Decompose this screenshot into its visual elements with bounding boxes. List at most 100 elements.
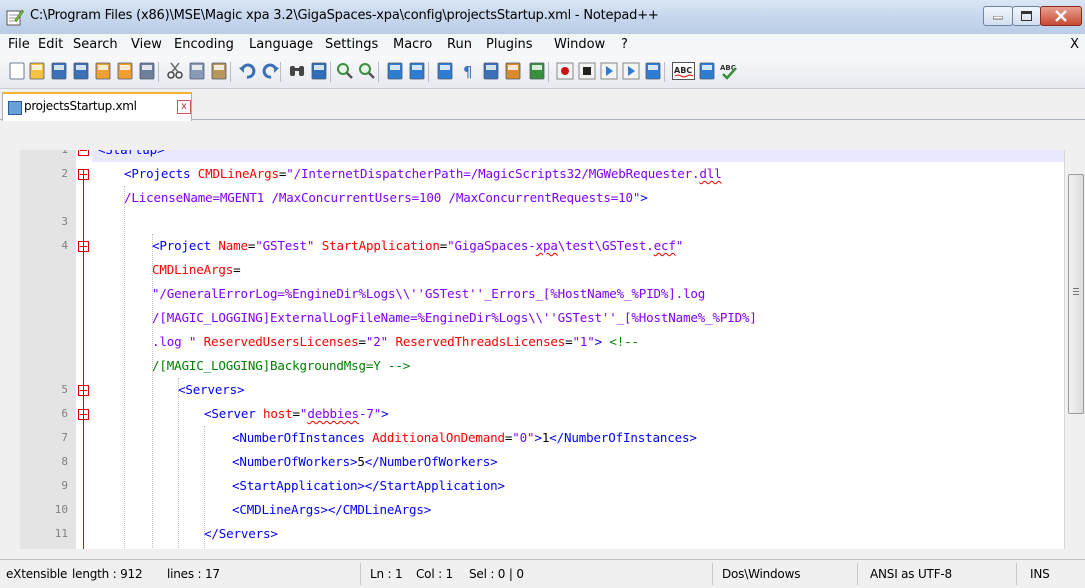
minimize-icon	[993, 16, 1003, 20]
line-number: 7	[61, 431, 68, 444]
minimize-button[interactable]	[983, 6, 1013, 26]
code-line-text: /[MAGIC_LOGGING]BackgroundMsg=Y -->	[152, 354, 410, 378]
save-macro-icon[interactable]	[644, 62, 662, 80]
spell-error-token: ecf	[653, 238, 676, 253]
status-lines: lines : 17	[167, 567, 220, 581]
tab-projectsstartup-xml[interactable]: projectsStartup.xml x	[2, 92, 192, 121]
spell-check-icon[interactable]: ABC	[672, 62, 695, 80]
close-all-icon[interactable]	[116, 62, 134, 80]
code-line[interactable]	[92, 210, 1064, 234]
title-bar: C:\Program Files (x86)\MSE\Magic xpa 3.2…	[0, 0, 1085, 35]
code-line[interactable]: <Servers>	[92, 378, 1064, 402]
close-icon	[1055, 10, 1067, 22]
syntax-token: </Servers>	[204, 526, 278, 541]
code-line[interactable]: <CMDLineArgs></CMDLineArgs>	[92, 498, 1064, 522]
syntax-token: .log "	[152, 334, 204, 349]
replace-icon[interactable]	[310, 62, 328, 80]
menu-settings[interactable]: Settings	[325, 37, 378, 52]
menu-file[interactable]: File	[8, 37, 30, 52]
syntax-token: AdditionalOnDemand	[372, 430, 505, 445]
menu-edit[interactable]: Edit	[38, 37, 63, 52]
menu-language[interactable]: Language	[249, 37, 313, 52]
code-line[interactable]: <Startup>	[92, 150, 1064, 162]
redo-icon[interactable]	[262, 62, 280, 80]
sync-horizontal-icon[interactable]	[408, 62, 426, 80]
code-line[interactable]: <NumberOfWorkers>5</NumberOfWorkers>	[92, 450, 1064, 474]
syntax-token: <Servers>	[178, 382, 245, 397]
toolbar-separator	[548, 62, 549, 82]
code-line[interactable]: /[MAGIC_LOGGING]ExternalLogFileName=%Eng…	[92, 306, 1064, 330]
syntax-token: host	[263, 406, 293, 421]
stop-macro-icon[interactable]	[578, 62, 596, 80]
maximize-button[interactable]	[1012, 6, 1041, 26]
code-line-text: /[MAGIC_LOGGING]ExternalLogFileName=%Eng…	[152, 306, 757, 330]
fold-range-line	[83, 170, 84, 549]
status-length: length : 912	[72, 567, 143, 581]
close-document-button[interactable]: X	[1070, 37, 1079, 52]
menu-view[interactable]: View	[131, 37, 162, 52]
close-window-button[interactable]	[1040, 6, 1082, 26]
editor-area[interactable]: <Startup><Projects CMDLineArgs="/Interne…	[20, 150, 1064, 549]
undo-icon[interactable]	[238, 62, 256, 80]
code-line[interactable]: <Projects CMDLineArgs="/InternetDispatch…	[92, 162, 1064, 186]
fold-margin[interactable]	[76, 150, 92, 549]
menu-window[interactable]: Window	[554, 37, 605, 52]
menu-plugins[interactable]: Plugins	[486, 37, 533, 52]
code-line[interactable]: /LicenseName=MGENT1 /MaxConcurrentUsers=…	[92, 186, 1064, 210]
close-icon[interactable]	[94, 62, 112, 80]
syntax-token: <StartApplication></StartApplication>	[232, 478, 505, 493]
doc-map-icon[interactable]	[528, 62, 546, 80]
print-icon[interactable]	[138, 62, 156, 80]
code-line[interactable]: /[MAGIC_LOGGING]BackgroundMsg=Y -->	[92, 354, 1064, 378]
code-view[interactable]: <Startup><Projects CMDLineArgs="/Interne…	[92, 150, 1064, 549]
show-all-chars-icon[interactable]: ¶	[458, 62, 476, 81]
indent-guide-icon[interactable]	[482, 62, 500, 80]
sync-vertical-icon[interactable]	[386, 62, 404, 80]
paste-icon[interactable]	[210, 62, 228, 80]
open-file-icon[interactable]	[28, 62, 46, 80]
cut-icon[interactable]	[166, 62, 184, 80]
line-number: 9	[61, 479, 68, 492]
code-line[interactable]: <Project Name="GSTest" StartApplication=…	[92, 234, 1064, 258]
syntax-token: >	[534, 430, 542, 445]
syntax-token: "/GeneralErrorLog=%EngineDir%Logs\\''GST…	[152, 286, 706, 301]
close-tab-icon[interactable]: x	[177, 100, 191, 114]
code-line[interactable]: <Server host="debbies-7">	[92, 402, 1064, 426]
syntax-token: StartApplication	[321, 238, 440, 253]
code-line[interactable]: .log " ReservedUsersLicenses="2" Reserve…	[92, 330, 1064, 354]
spell-check-settings-icon[interactable]	[698, 62, 716, 80]
vertical-scrollbar[interactable]	[1064, 150, 1085, 549]
find-icon[interactable]	[288, 62, 306, 80]
menu-search[interactable]: Search	[73, 37, 118, 52]
user-defined-language-icon[interactable]	[504, 62, 522, 80]
code-line-text: <CMDLineArgs></CMDLineArgs>	[232, 498, 431, 522]
zoom-in-icon[interactable]	[336, 62, 354, 80]
status-file-type: eXtensible	[6, 567, 68, 581]
code-line[interactable]: </Servers>	[92, 522, 1064, 546]
record-macro-icon[interactable]	[556, 62, 574, 80]
zoom-out-icon[interactable]	[358, 62, 376, 80]
syntax-token: /LicenseName=MGENT1 /MaxConcurrentUsers=…	[124, 190, 641, 205]
save-icon[interactable]	[50, 62, 68, 80]
code-line[interactable]: <NumberOfInstances AdditionalOnDemand="0…	[92, 426, 1064, 450]
scrollbar-thumb[interactable]	[1068, 174, 1084, 414]
word-wrap-icon[interactable]	[436, 62, 454, 80]
menu-run[interactable]: Run	[447, 37, 472, 52]
code-line[interactable]: CMDLineArgs=	[92, 258, 1064, 282]
code-line-text: <NumberOfWorkers>5</NumberOfWorkers>	[232, 450, 498, 474]
spell-check-options-icon[interactable]: ABC	[720, 62, 738, 80]
menu-help[interactable]: ?	[621, 37, 628, 52]
grip-line	[1073, 288, 1079, 289]
fold-toggle-icon[interactable]	[78, 150, 89, 156]
copy-icon[interactable]	[188, 62, 206, 80]
menu-encoding[interactable]: Encoding	[174, 37, 234, 52]
code-line-text: .log " ReservedUsersLicenses="2" Reserve…	[152, 330, 639, 354]
play-macro-icon[interactable]	[600, 62, 618, 80]
code-line[interactable]: "/GeneralErrorLog=%EngineDir%Logs\\''GST…	[92, 282, 1064, 306]
code-line[interactable]: <StartApplication></StartApplication>	[92, 474, 1064, 498]
line-number: 5	[61, 383, 68, 396]
run-macro-multiple-icon[interactable]	[622, 62, 640, 80]
menu-macro[interactable]: Macro	[393, 37, 432, 52]
new-file-icon[interactable]	[8, 62, 26, 80]
save-all-icon[interactable]	[72, 62, 90, 80]
